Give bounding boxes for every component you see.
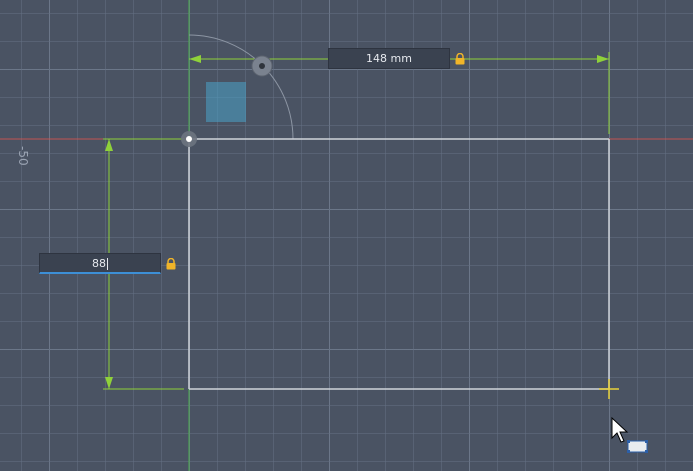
- vertical-dimension-value: 88: [92, 257, 106, 270]
- padlock-icon[interactable]: [454, 53, 466, 65]
- v-dim-arrow-top: [105, 139, 113, 151]
- h-dim-arrow-right: [597, 55, 609, 63]
- rotate-handle-icon[interactable]: [251, 55, 273, 77]
- origin-point-icon[interactable]: [181, 131, 197, 147]
- sketch-overlay: [0, 0, 693, 471]
- vertical-dimension-input[interactable]: 88: [39, 253, 161, 274]
- h-dim-arrow-left: [189, 55, 201, 63]
- text-caret: [107, 258, 108, 270]
- plane-indicator[interactable]: [206, 82, 246, 122]
- arrow-cursor-icon: [611, 416, 648, 453]
- horizontal-dimension-input[interactable]: 148 mm: [328, 48, 450, 69]
- padlock-icon[interactable]: [165, 258, 177, 270]
- horizontal-dimension-value: 148 mm: [366, 52, 412, 65]
- ruler-axis-label: -50: [16, 146, 30, 166]
- v-dim-arrow-bottom: [105, 377, 113, 389]
